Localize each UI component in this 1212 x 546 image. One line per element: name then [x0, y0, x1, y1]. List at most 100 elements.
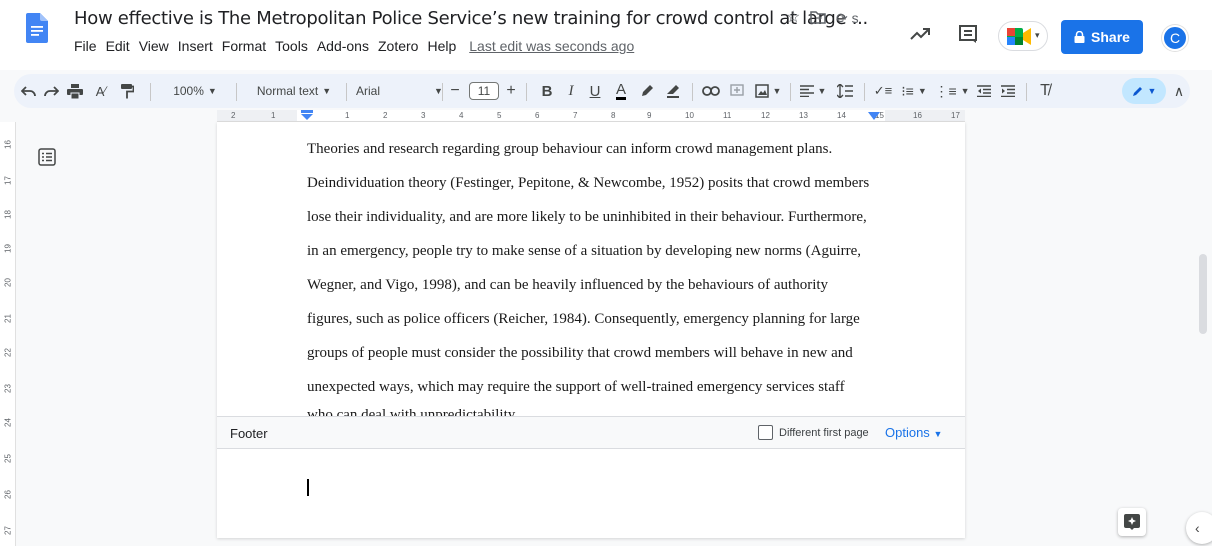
paragraph-style-select[interactable]: Normal text ▼	[244, 74, 344, 108]
paint-format-icon[interactable]	[114, 74, 140, 108]
checklist-icon[interactable]: ✓≡	[870, 74, 896, 108]
vertical-ruler[interactable]: 16 17 18 19 20 21 22 23 24 25 26 27	[0, 122, 16, 546]
insert-link-icon[interactable]	[698, 74, 724, 108]
chevron-down-icon: ▼	[960, 86, 970, 96]
font-size-input[interactable]: 11	[466, 74, 502, 108]
toolbar-divider	[442, 83, 443, 101]
different-first-page-checkbox[interactable]	[758, 425, 773, 440]
menu-file[interactable]: File	[74, 38, 97, 54]
ruler-tick: 16	[913, 111, 922, 120]
decrease-font-size-button[interactable]: −	[446, 74, 464, 108]
menu-zotero[interactable]: Zotero	[378, 38, 418, 54]
last-edit-link[interactable]: Last edit was seconds ago	[469, 38, 634, 54]
explore-button[interactable]	[1118, 508, 1146, 536]
editing-mode-button[interactable]: ▼	[1122, 78, 1166, 104]
app-header: How effective is The Metropolitan Police…	[0, 0, 1212, 70]
italic-button[interactable]: I	[558, 74, 584, 108]
increase-indent-icon[interactable]	[996, 74, 1020, 108]
chevron-down-icon: ▼	[1147, 86, 1157, 96]
chevron-down-icon: ▼	[817, 86, 827, 96]
ruler-tick: 17	[951, 111, 960, 120]
comments-icon[interactable]	[956, 22, 980, 46]
add-comment-icon[interactable]	[724, 74, 750, 108]
document-title[interactable]: How effective is The Metropolitan Police…	[74, 8, 868, 29]
ruler-tick: 4	[459, 111, 464, 120]
vruler-tick: 17	[3, 176, 13, 185]
right-indent-marker-icon[interactable]	[868, 112, 880, 120]
underline-button[interactable]: U	[582, 74, 608, 108]
account-avatar[interactable]: C	[1162, 25, 1188, 51]
toolbar-divider	[1026, 83, 1027, 101]
decrease-indent-icon[interactable]	[972, 74, 996, 108]
menu-edit[interactable]: Edit	[106, 38, 130, 54]
ruler-tick: 1	[345, 111, 350, 120]
toolbar-divider	[692, 83, 693, 101]
document-outline-icon[interactable]	[38, 148, 56, 166]
vertical-scrollbar[interactable]	[1196, 122, 1212, 546]
vruler-tick: 25	[3, 454, 13, 463]
bulleted-list-icon[interactable]: ⁝≡ ▼	[896, 74, 932, 108]
print-icon[interactable]	[62, 74, 88, 108]
text-cursor	[307, 479, 309, 496]
indent-marker-icon[interactable]	[301, 110, 313, 120]
options-label: Options	[885, 425, 930, 440]
font-family-select[interactable]: Arial ▼	[352, 74, 452, 108]
vruler-tick: 21	[3, 314, 13, 323]
body-line: figures, such as police officers (Reiche…	[307, 311, 860, 327]
meet-button[interactable]: ▾	[998, 21, 1048, 51]
align-menu-icon[interactable]: ▼	[796, 74, 830, 108]
activity-trend-icon[interactable]	[908, 22, 932, 46]
chevron-down-icon: ▾	[1035, 30, 1040, 40]
cloud-sync-icon[interactable]: ⟳ s	[836, 9, 859, 27]
text-color-button[interactable]: A	[608, 74, 634, 108]
body-line: groups of people must consider the possi…	[307, 345, 853, 361]
increase-font-size-button[interactable]: +	[502, 74, 520, 108]
numbered-list-icon[interactable]: ⋮≡ ▼	[934, 74, 970, 108]
bold-button[interactable]: B	[534, 74, 560, 108]
menu-insert[interactable]: Insert	[178, 38, 213, 54]
redo-icon[interactable]	[40, 74, 62, 108]
ruler-tick: 5	[497, 111, 502, 120]
body-line-partial: who can deal with unpredictability.	[307, 407, 519, 416]
menu-view[interactable]: View	[139, 38, 169, 54]
scrollbar-thumb[interactable]	[1199, 254, 1207, 334]
pencil-icon	[1132, 87, 1142, 96]
vruler-tick: 16	[3, 140, 13, 149]
toolbar-divider	[526, 83, 527, 101]
chevron-down-icon: ▼	[322, 86, 332, 96]
different-first-page-label: Different first page	[779, 427, 869, 439]
collapse-menus-icon[interactable]: ∧	[1168, 74, 1190, 108]
undo-icon[interactable]	[18, 74, 40, 108]
insert-image-icon[interactable]: ▼	[750, 74, 786, 108]
document-body[interactable]: Theories and research regarding group be…	[307, 132, 887, 404]
menu-tools[interactable]: Tools	[275, 38, 308, 54]
document-page[interactable]: Theories and research regarding group be…	[217, 122, 965, 538]
footer-options-button[interactable]: Options ▼	[885, 425, 942, 440]
share-label: Share	[1091, 29, 1130, 45]
menu-addons[interactable]: Add-ons	[317, 38, 369, 54]
clear-formatting-icon[interactable]: T̸	[1032, 74, 1058, 108]
side-panel-toggle-button[interactable]: ‹	[1186, 512, 1212, 544]
vruler-tick: 26	[3, 490, 13, 499]
body-line: Deindividuation theory (Festinger, Pepit…	[307, 175, 870, 191]
body-line: Theories and research regarding group be…	[307, 141, 833, 157]
star-icon[interactable]: ☆	[786, 9, 800, 27]
menu-help[interactable]: Help	[427, 38, 456, 54]
line-spacing-icon[interactable]	[832, 74, 858, 108]
footer-toolbar: Footer Different first page Options ▼	[217, 416, 965, 449]
highlight-pen-icon[interactable]	[634, 74, 660, 108]
ruler-left-margin	[217, 110, 297, 121]
spellcheck-icon[interactable]: A ∕	[88, 74, 114, 108]
menu-format[interactable]: Format	[222, 38, 266, 54]
vruler-tick: 18	[3, 210, 13, 219]
ruler-tick: 2	[231, 111, 236, 120]
move-folder-icon[interactable]	[810, 10, 826, 24]
footer-content[interactable]	[217, 449, 965, 538]
share-button[interactable]: Share	[1061, 20, 1143, 54]
docs-logo-icon[interactable]	[26, 13, 48, 43]
chevron-left-icon: ‹	[1195, 520, 1200, 536]
zoom-select[interactable]: 100% ▼	[162, 74, 228, 108]
eraser-format-icon[interactable]	[660, 74, 686, 108]
toolbar-divider	[864, 83, 865, 101]
horizontal-ruler[interactable]: 2 1 1 2 3 4 5 6 7 8 9 10 11 12 13 14 15 …	[217, 110, 965, 122]
